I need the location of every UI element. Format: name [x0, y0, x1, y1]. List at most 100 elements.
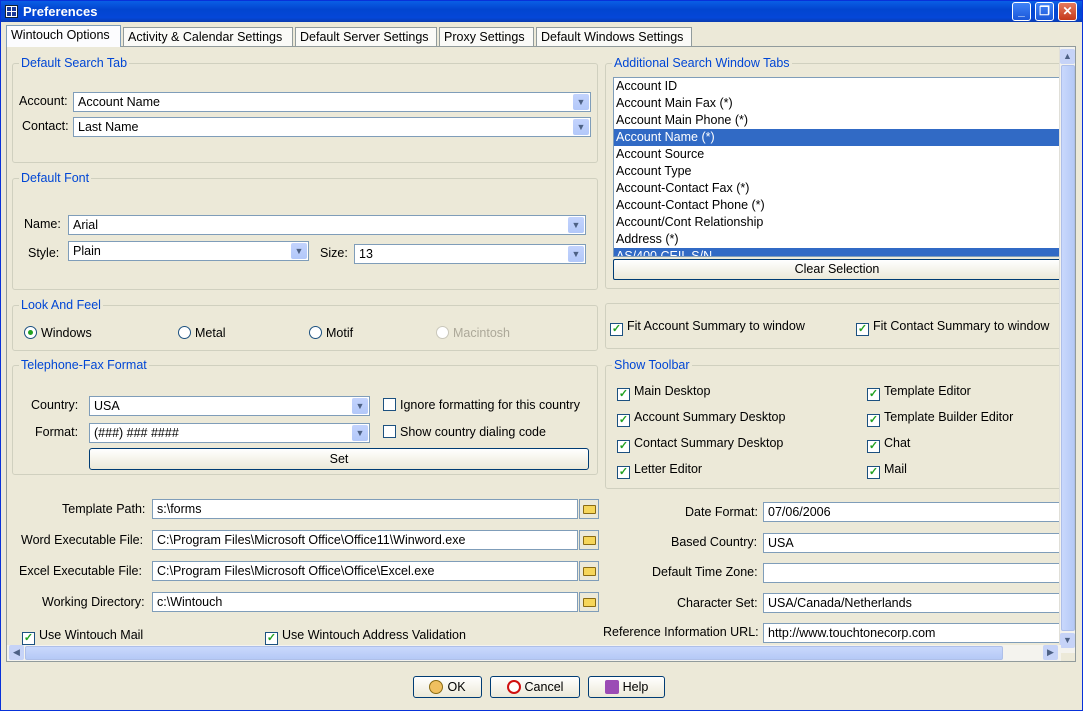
toolbar-main-desktop-checkbox[interactable]: ✓ Main Desktop [617, 384, 710, 401]
help-button[interactable]: Help [588, 676, 665, 698]
horizontal-scrollbar[interactable]: ◀ ▶ [7, 645, 1061, 661]
list-item[interactable]: Account-Contact Phone (*) [614, 197, 1060, 214]
list-item[interactable]: Account Main Fax (*) [614, 95, 1060, 112]
scrollbar-thumb[interactable] [25, 646, 1003, 660]
group-label: Show Toolbar [612, 358, 692, 372]
use-address-validation-checkbox[interactable]: ✓ Use Wintouch Address Validation [265, 628, 466, 645]
working-dir-field[interactable]: c:\Wintouch [152, 592, 578, 612]
chevron-down-icon[interactable]: ▼ [352, 398, 368, 414]
telephone-format-group: Telephone-Fax Format Country: USA ▼ Ignor… [12, 358, 598, 475]
character-set-label: Character Set: [677, 596, 758, 610]
list-item[interactable]: Account Main Phone (*) [614, 112, 1060, 129]
checkmark-icon: ✓ [867, 440, 880, 453]
show-dialing-code-checkbox[interactable]: Show country dialing code [383, 425, 546, 439]
list-item-selected[interactable]: AS/400 CEIL S/N [614, 248, 1060, 256]
based-country-label: Based Country: [671, 535, 758, 549]
set-button[interactable]: Set [89, 448, 589, 470]
group-label: Telephone-Fax Format [19, 358, 149, 372]
additional-tabs-list[interactable]: Account ID Account Main Fax (*) Account … [613, 77, 1061, 257]
scrollbar-thumb[interactable] [1061, 65, 1075, 631]
radio-motif[interactable]: Motif [309, 326, 353, 340]
radio-metal[interactable]: Metal [178, 326, 226, 340]
close-icon[interactable]: ✕ [1058, 2, 1077, 21]
chevron-down-icon[interactable]: ▼ [568, 246, 584, 262]
toolbar-template-builder-checkbox[interactable]: ✓ Template Builder Editor [867, 410, 1013, 427]
excel-exe-field[interactable]: C:\Program Files\Microsoft Office\Office… [152, 561, 578, 581]
radio-label: Metal [195, 326, 226, 340]
radio-label: Motif [326, 326, 354, 340]
radio-windows[interactable]: Windows [24, 326, 92, 340]
folder-icon[interactable] [579, 499, 599, 519]
minimize-icon[interactable]: _ [1012, 2, 1031, 21]
list-item[interactable]: Address (*) [614, 231, 1060, 248]
button-label: Cancel [524, 680, 564, 694]
clear-selection-button[interactable]: Clear Selection [613, 259, 1061, 280]
folder-icon[interactable] [579, 561, 599, 581]
toolbar-mail-checkbox[interactable]: ✓ Mail [867, 462, 907, 479]
chevron-down-icon[interactable]: ▼ [573, 94, 589, 110]
cancel-button[interactable]: Cancel [490, 676, 580, 698]
ok-button[interactable]: OK [413, 676, 482, 698]
toolbar-chat-checkbox[interactable]: ✓ Chat [867, 436, 910, 453]
toolbar-letter-editor-checkbox[interactable]: ✓ Letter Editor [617, 462, 702, 479]
ignore-formatting-checkbox[interactable]: Ignore formatting for this country [383, 398, 580, 412]
list-item[interactable]: Account Source [614, 146, 1060, 163]
tab-default-windows[interactable]: Default Windows Settings [536, 27, 692, 47]
chevron-down-icon[interactable]: ▼ [291, 243, 307, 259]
contact-combo[interactable]: Last Name ▼ [73, 117, 591, 137]
maximize-icon[interactable]: ❐ [1035, 2, 1054, 21]
character-set-field[interactable]: USA/Canada/Netherlands [763, 593, 1063, 613]
account-combo[interactable]: Account Name ▼ [73, 92, 591, 112]
country-combo[interactable]: USA ▼ [89, 396, 370, 416]
tab-wintouch-options[interactable]: Wintouch Options [6, 25, 121, 47]
use-wintouch-mail-checkbox[interactable]: ✓ Use Wintouch Mail [22, 628, 143, 645]
format-combo[interactable]: (###) ### #### ▼ [89, 423, 370, 443]
time-zone-label: Default Time Zone: [652, 565, 758, 579]
word-exe-field[interactable]: C:\Program Files\Microsoft Office\Office… [152, 530, 578, 550]
tab-proxy-settings[interactable]: Proxy Settings [439, 27, 534, 47]
font-style-value: Plain [73, 244, 101, 258]
list-item-selected[interactable]: Account Name (*) [614, 129, 1060, 146]
list-item[interactable]: Account ID [614, 78, 1060, 95]
toolbar-template-editor-checkbox[interactable]: ✓ Template Editor [867, 384, 971, 401]
chevron-down-icon[interactable]: ▼ [573, 119, 589, 135]
toolbar-contact-summary-checkbox[interactable]: ✓ Contact Summary Desktop [617, 436, 783, 453]
default-search-tab-group: Default Search Tab Account: Account Name… [12, 56, 598, 163]
checkbox-label: Ignore formatting for this country [400, 398, 580, 412]
tab-activity-calendar[interactable]: Activity & Calendar Settings [123, 27, 293, 47]
date-format-field[interactable]: 07/06/2006 [763, 502, 1063, 522]
checkbox-label: Template Builder Editor [884, 410, 1014, 424]
tab-default-server[interactable]: Default Server Settings [295, 27, 437, 47]
button-label: Help [622, 680, 649, 694]
title-bar[interactable]: Preferences _ ❐ ✕ [1, 1, 1082, 22]
list-item[interactable]: Account Type [614, 163, 1060, 180]
folder-icon[interactable] [579, 592, 599, 612]
list-item[interactable]: Account-Contact Fax (*) [614, 180, 1060, 197]
scroll-right-icon[interactable]: ▶ [1043, 645, 1058, 660]
radio-icon [309, 326, 322, 339]
checkbox-label: Letter Editor [634, 462, 703, 476]
checkmark-icon: ✓ [867, 388, 880, 401]
list-item[interactable]: Account/Cont Relationship [614, 214, 1060, 231]
font-size-combo[interactable]: 13 ▼ [354, 244, 586, 264]
template-path-field[interactable]: s:\forms [152, 499, 578, 519]
reference-url-field[interactable]: http://www.touchtonecorp.com [763, 623, 1063, 643]
group-label: Additional Search Window Tabs [612, 56, 792, 70]
scroll-down-icon[interactable]: ▼ [1060, 633, 1075, 648]
font-name-combo[interactable]: Arial ▼ [68, 215, 586, 235]
folder-icon[interactable] [579, 530, 599, 550]
checkbox-label: Template Editor [884, 384, 971, 398]
scroll-left-icon[interactable]: ◀ [9, 645, 24, 660]
scroll-up-icon[interactable]: ▲ [1060, 49, 1075, 64]
checkmark-icon: ✓ [617, 466, 630, 479]
vertical-scrollbar[interactable]: ▲ ▼ [1059, 47, 1075, 653]
time-zone-field[interactable] [763, 563, 1063, 583]
fit-contact-checkbox[interactable]: ✓ Fit Contact Summary to window [856, 319, 1049, 336]
toolbar-account-summary-checkbox[interactable]: ✓ Account Summary Desktop [617, 410, 785, 427]
based-country-field[interactable]: USA [763, 533, 1063, 553]
chevron-down-icon[interactable]: ▼ [352, 425, 368, 441]
font-style-combo[interactable]: Plain ▼ [68, 241, 309, 261]
fit-account-checkbox[interactable]: ✓ Fit Account Summary to window [610, 319, 805, 336]
font-size-value: 13 [359, 247, 373, 261]
chevron-down-icon[interactable]: ▼ [568, 217, 584, 233]
